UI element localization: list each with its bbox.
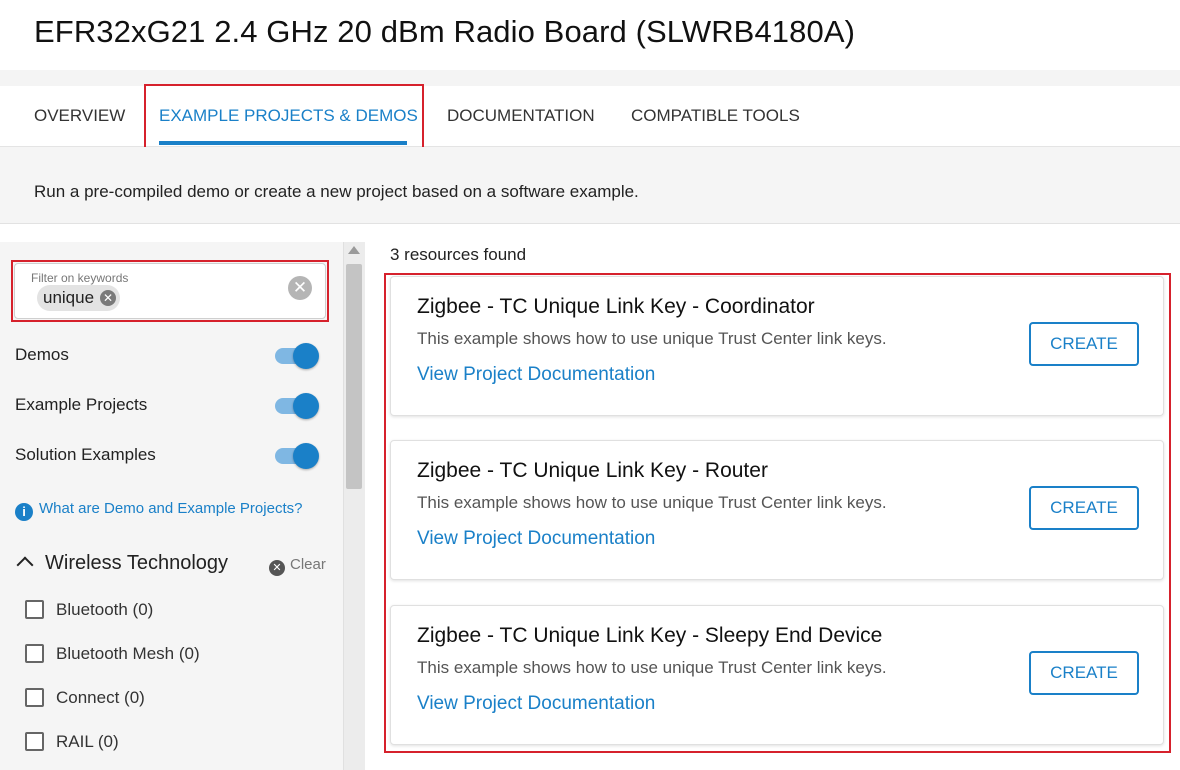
- tab-overview[interactable]: OVERVIEW: [34, 106, 125, 126]
- section-title: Wireless Technology: [45, 552, 229, 574]
- toggle-knob: [293, 393, 319, 419]
- tab-documentation[interactable]: DOCUMENTATION: [447, 106, 595, 126]
- clear-technology-button[interactable]: ✕ Clear: [269, 556, 326, 576]
- clear-label: Clear: [290, 556, 326, 573]
- title-bar: EFR32xG21 2.4 GHz 20 dBm Radio Board (SL…: [0, 0, 1180, 70]
- checkbox-bluetooth[interactable]: Bluetooth (0): [25, 600, 153, 620]
- toggle-solution-examples[interactable]: [275, 442, 319, 469]
- results-highlight-box: [384, 273, 1171, 753]
- info-link-label: What are Demo and Example Projects?: [39, 500, 303, 517]
- checkbox-label: Bluetooth (0): [56, 600, 154, 619]
- tab-compatible-tools[interactable]: COMPATIBLE TOOLS: [631, 106, 800, 126]
- results-count: 3 resources found: [390, 245, 527, 264]
- toggle-demos[interactable]: [275, 342, 319, 369]
- checkbox-label: RAIL (0): [56, 732, 119, 751]
- toggle-example-projects[interactable]: [275, 392, 319, 419]
- checkbox-icon: [25, 644, 44, 663]
- filter-highlight-box: [11, 260, 329, 322]
- info-icon: i: [15, 503, 33, 521]
- tab-highlight-box: [144, 84, 424, 155]
- checkbox-rail[interactable]: RAIL (0): [25, 732, 119, 752]
- checkbox-label: Connect (0): [56, 688, 145, 707]
- page-title: EFR32xG21 2.4 GHz 20 dBm Radio Board (SL…: [34, 14, 856, 49]
- checkbox-icon: [25, 732, 44, 751]
- checkbox-label: Bluetooth Mesh (0): [56, 644, 200, 663]
- demo-info-link[interactable]: i What are Demo and Example Projects?: [15, 500, 302, 521]
- checkbox-icon: [25, 688, 44, 707]
- checkbox-bluetooth-mesh[interactable]: Bluetooth Mesh (0): [25, 644, 200, 664]
- clear-icon: ✕: [269, 560, 285, 576]
- toggle-label-demos: Demos: [15, 345, 69, 364]
- toggle-label-solution-examples: Solution Examples: [15, 445, 156, 464]
- chevron-up-icon: [16, 556, 34, 574]
- scrollbar-thumb[interactable]: [346, 264, 362, 489]
- intro-banner: Run a pre-compiled demo or create a new …: [0, 147, 1180, 224]
- scroll-up-arrow-icon[interactable]: [348, 246, 360, 254]
- toggle-label-example-projects: Example Projects: [15, 395, 148, 414]
- wireless-technology-header[interactable]: Wireless Technology: [15, 552, 228, 575]
- checkbox-connect[interactable]: Connect (0): [25, 688, 145, 708]
- checkbox-icon: [25, 600, 44, 619]
- toggle-knob: [293, 443, 319, 469]
- intro-text: Run a pre-compiled demo or create a new …: [34, 182, 639, 201]
- toggle-knob: [293, 343, 319, 369]
